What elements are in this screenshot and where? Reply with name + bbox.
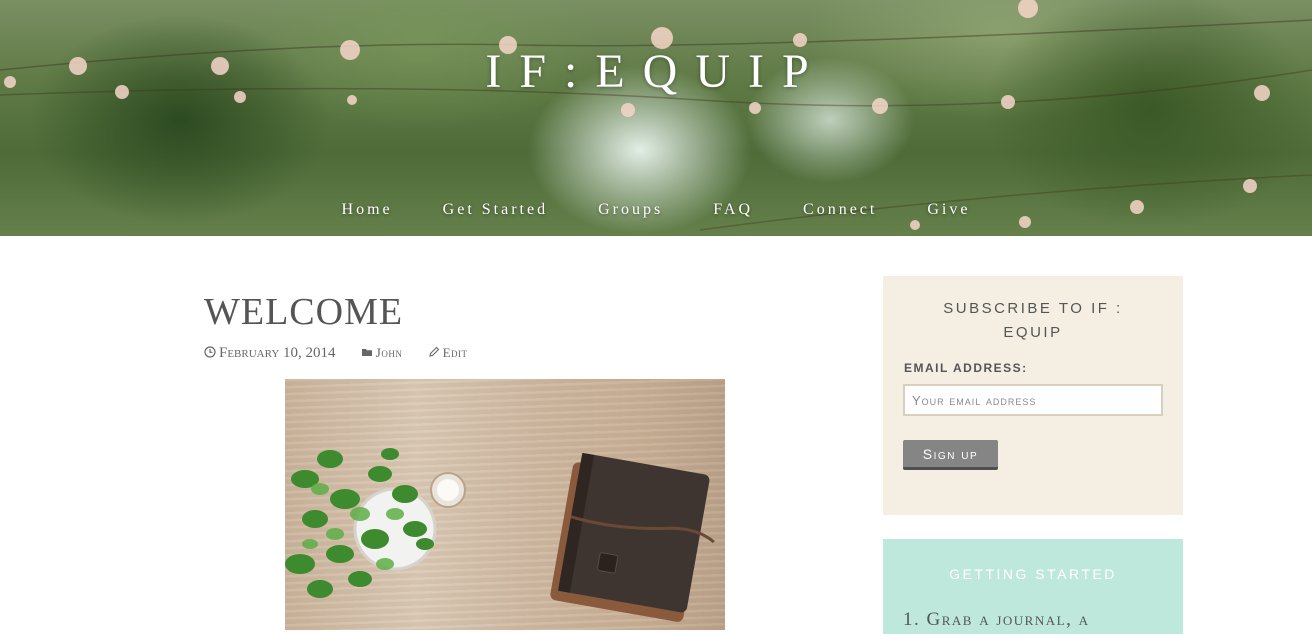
getting-started-widget: GETTING STARTED 1. Grab a journal, a: [883, 539, 1183, 634]
site-title[interactable]: IF:EQUIP: [0, 44, 1312, 99]
subscribe-widget: SUBSCRIBE TO IF : EQUIP EMAIL ADDRESS: S…: [883, 276, 1183, 515]
nav-home[interactable]: Home: [342, 201, 393, 219]
email-label: EMAIL ADDRESS:: [904, 361, 1028, 375]
post-edit-text: Edit: [442, 345, 468, 360]
post-edit-link[interactable]: Edit: [428, 345, 468, 361]
plant-and-journal-illustration: [285, 448, 715, 622]
nav-give[interactable]: Give: [927, 201, 970, 219]
main-nav: Home Get Started Groups FAQ Connect Give: [0, 201, 1312, 219]
nav-faq[interactable]: FAQ: [713, 201, 753, 219]
pencil-icon: [428, 346, 439, 357]
clock-icon: [204, 346, 216, 358]
post-title[interactable]: WELCOME: [204, 290, 403, 334]
header-banner: IF:EQUIP Home Get Started Groups FAQ Con…: [0, 0, 1312, 236]
post-meta: February 10, 2014 John Edit: [204, 345, 490, 362]
post-author-text: John: [375, 345, 403, 360]
post-featured-image: [285, 379, 725, 630]
sign-up-button[interactable]: Sign up: [903, 440, 998, 470]
nav-get-started[interactable]: Get Started: [443, 201, 548, 219]
post-date-text: February 10, 2014: [219, 345, 336, 361]
nav-connect[interactable]: Connect: [803, 201, 877, 219]
post-author[interactable]: John: [361, 345, 403, 361]
getting-started-title: GETTING STARTED: [949, 566, 1117, 582]
getting-started-item: 1. Grab a journal, a: [903, 609, 1090, 630]
folder-icon: [361, 349, 372, 356]
email-input[interactable]: [903, 384, 1163, 416]
nav-groups[interactable]: Groups: [598, 201, 663, 219]
subscribe-widget-title: SUBSCRIBE TO IF : EQUIP: [943, 300, 1123, 341]
post-date[interactable]: February 10, 2014: [204, 345, 336, 362]
